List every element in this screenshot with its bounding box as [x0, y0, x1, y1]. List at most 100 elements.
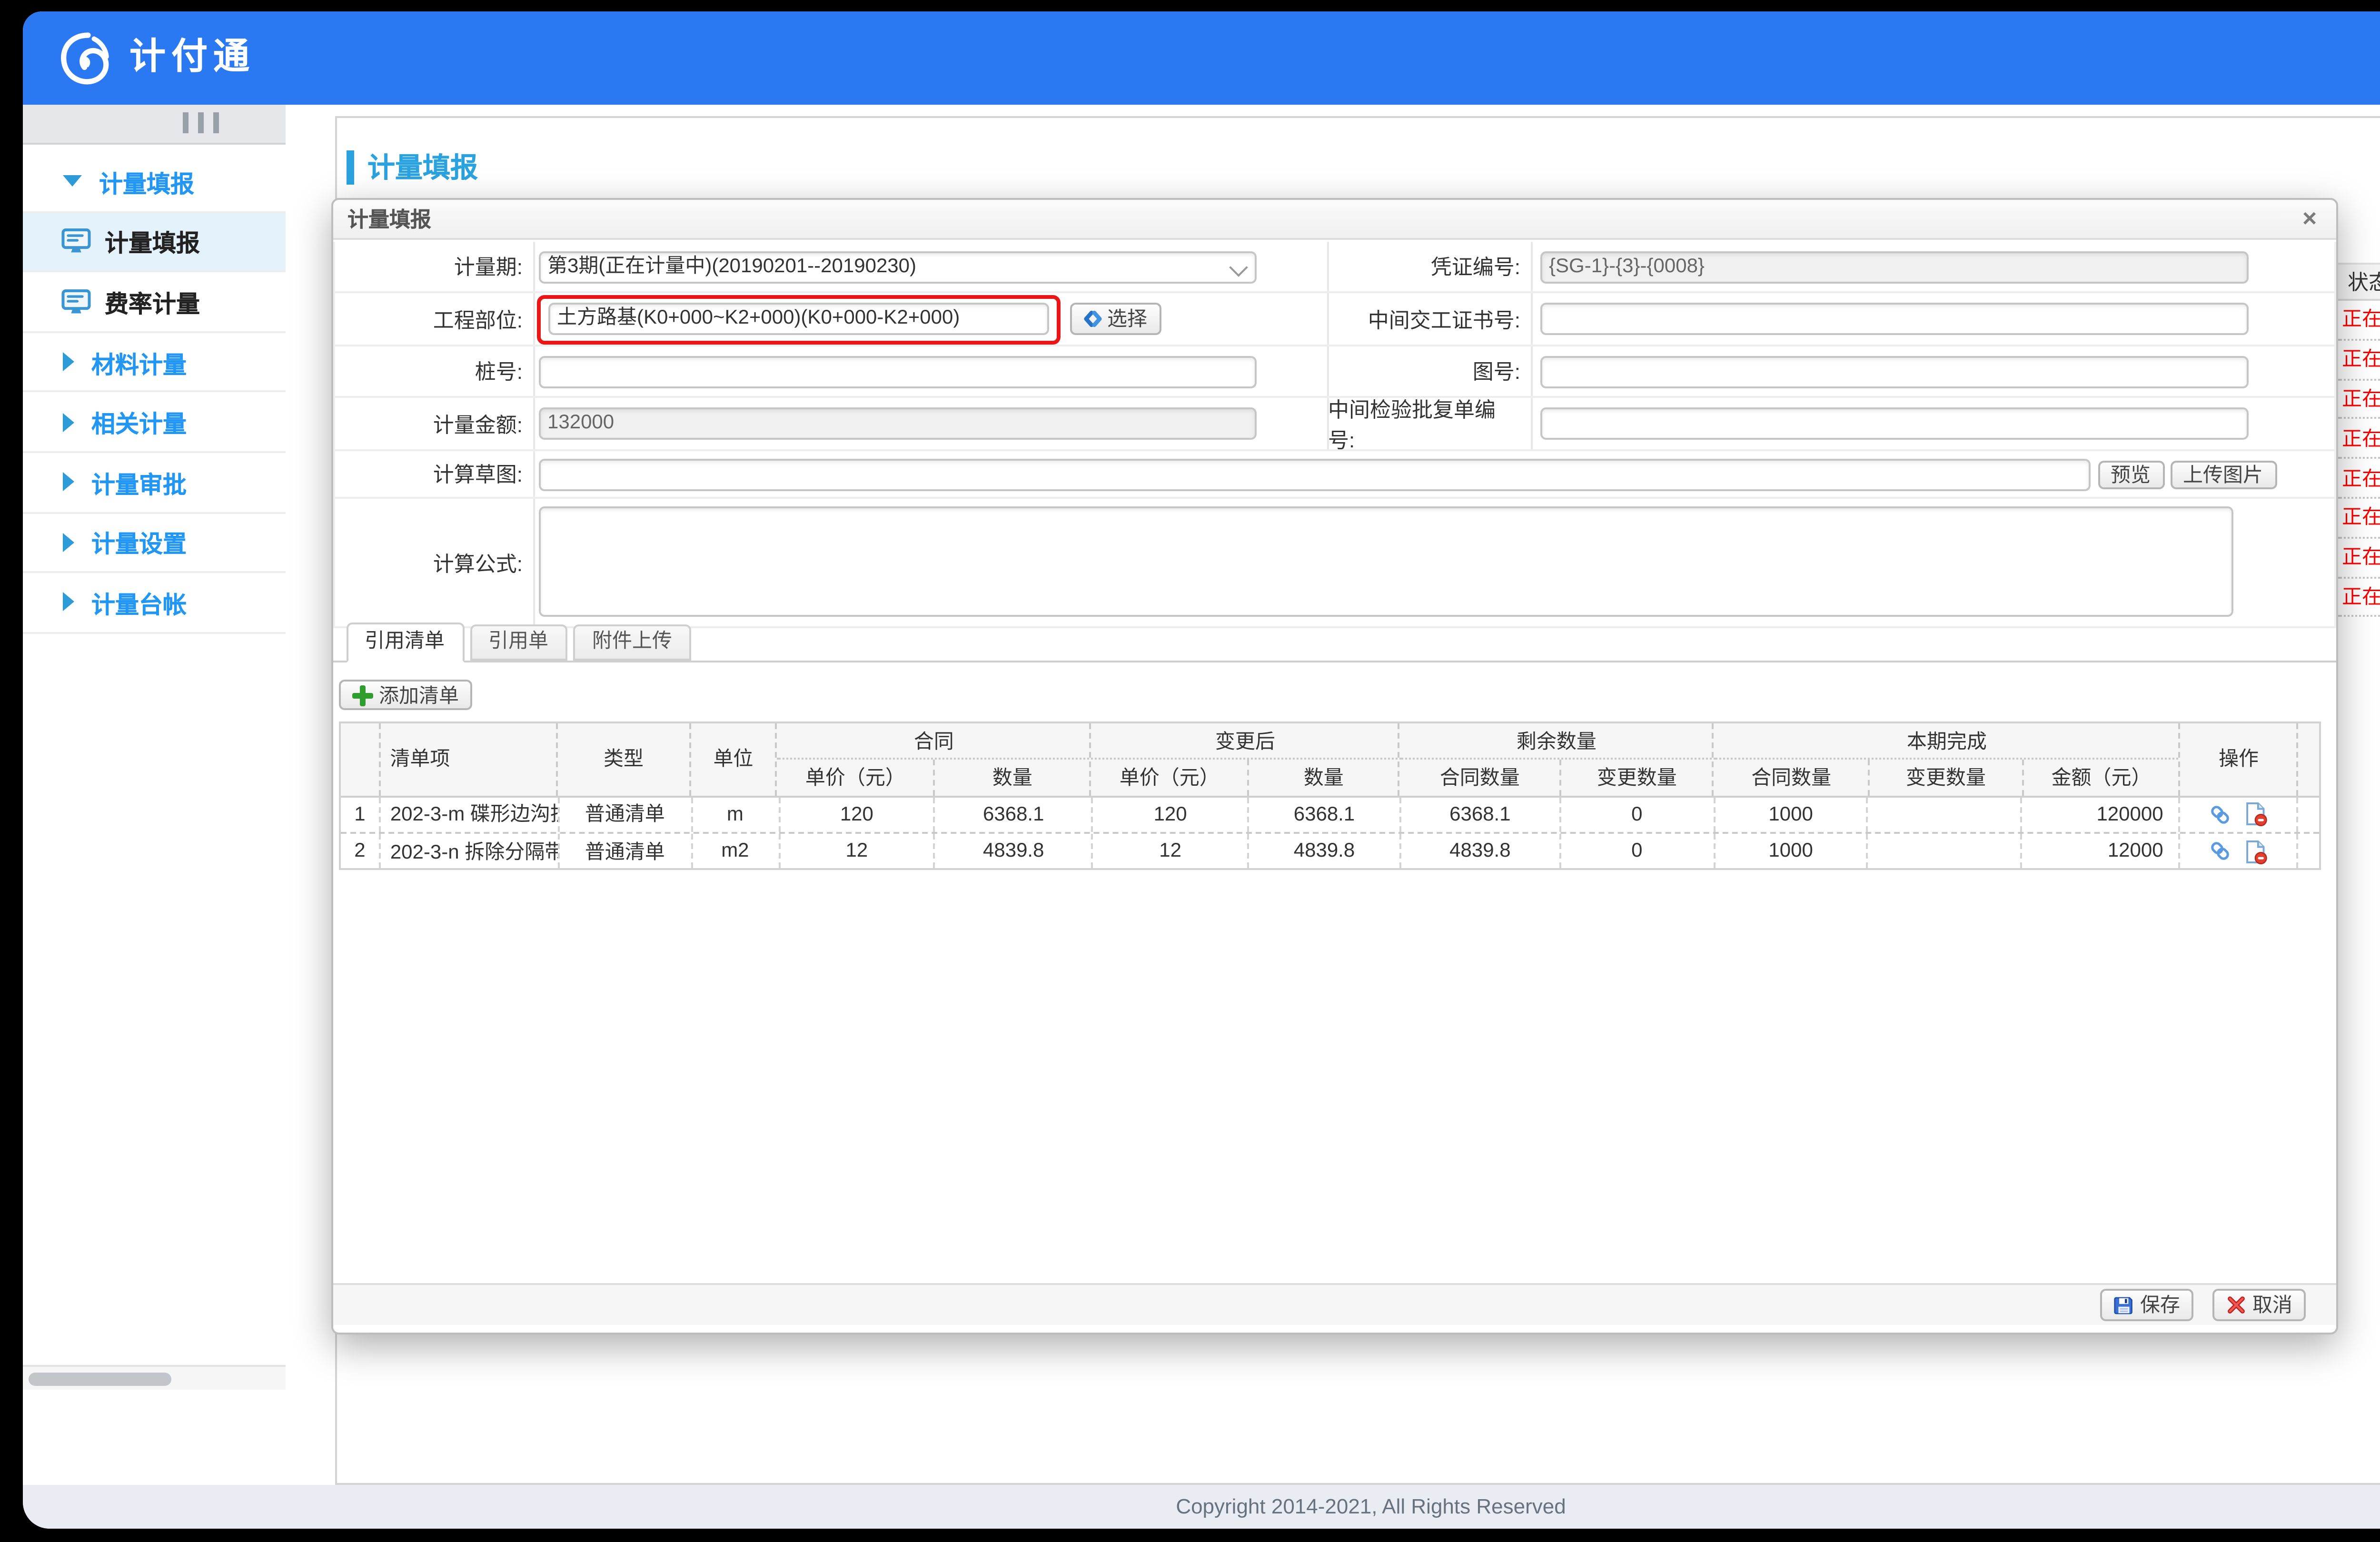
link-icon[interactable] [2209, 803, 2231, 826]
cancel-button[interactable]: 取消 [2212, 1288, 2306, 1321]
caret-right-icon [63, 352, 74, 371]
save-floppy-icon [2113, 1294, 2134, 1315]
status-table-header: 状态 操作 [2338, 262, 2380, 301]
sidebar-item-label: 材料计量 [91, 344, 187, 380]
top-header: 计付通 通知 管理员 [23, 11, 2380, 105]
sidebar-item-label: 相关计量 [91, 404, 187, 440]
choose-button-label: 选择 [1107, 305, 1147, 333]
period-label: 计量期: [334, 242, 534, 291]
status-badge: 正在编辑 [2338, 425, 2380, 453]
app-window: 计付通 通知 管理员 计量填报 [23, 11, 2380, 1529]
formula-textarea[interactable] [538, 506, 2232, 617]
col-type: 类型 [558, 723, 689, 793]
cell-unit: m2 [691, 834, 778, 869]
table-row: 正在编辑 [2338, 301, 2380, 340]
table-row: 正在编辑 [2338, 420, 2380, 459]
sidebar-item-label: 计量设置 [91, 524, 187, 560]
sidebar-collapse-handle-icon[interactable] [183, 112, 232, 135]
cell-current-contract[interactable]: 1000 [1713, 834, 1866, 869]
amount-field[interactable]: 132000 [538, 407, 1256, 440]
sidebar-hscrollbar-thumb[interactable] [28, 1372, 170, 1385]
link-icon[interactable] [2209, 840, 2231, 863]
col-current-contract: 合同数量 [1715, 760, 1868, 795]
list-table-header: 清单项 类型 单位 合同 单价（元） 数量 变更后 单价（元） [341, 723, 2319, 797]
sidebar-item-label: 计量审批 [91, 464, 187, 500]
table-row[interactable]: 1 202-3-m 碟形边沟拆除 普通清单 m 120 6368.1 120 6… [341, 797, 2319, 834]
table-row: 正在编辑 [2338, 578, 2380, 618]
cell-amount: 12000 [2021, 834, 2178, 869]
colgroup-contract: 合同 [778, 723, 1090, 760]
cell-type: 普通清单 [557, 797, 690, 832]
cell-remaining-change: 0 [1559, 834, 1713, 869]
cell-current-change[interactable] [1867, 797, 2021, 832]
voucher-field[interactable]: {SG-1}-{3}-{0008} [1539, 250, 2248, 283]
inspection-no-field[interactable] [1539, 407, 2248, 440]
amount-label: 计量金额: [334, 398, 534, 449]
cell-contract-price: 120 [778, 797, 933, 832]
cell-changed-qty: 4839.8 [1247, 834, 1399, 869]
colgroup-changed: 变更后 [1092, 723, 1398, 760]
cell-current-change[interactable] [1867, 834, 2021, 869]
sidebar: 计量填报 计量填报 费率计量 材料计量 相关计量 [23, 105, 288, 1485]
sidebar-item-label: 计量台帐 [91, 584, 187, 621]
cell-changed-qty: 6368.1 [1247, 797, 1399, 832]
tab-quoted-list[interactable]: 引用清单 [346, 623, 464, 662]
save-button[interactable]: 保存 [2100, 1288, 2193, 1321]
status-badge: 正在编辑 [2338, 583, 2380, 611]
col-current-amount: 金额（元） [2022, 760, 2179, 795]
status-badge: 正在编辑 [2338, 504, 2380, 532]
preview-button[interactable]: 预览 [2097, 460, 2164, 488]
sidebar-group-measure-report[interactable]: 计量填报 [23, 152, 286, 212]
table-row[interactable]: 2 202-3-n 拆除分隔带（含 普通清单 m2 12 4839.8 12 4… [341, 834, 2319, 869]
sidebar-group-measure-settings[interactable]: 计量设置 [23, 513, 286, 573]
sidebar-item-rate-measure[interactable]: 费率计量 [23, 273, 286, 333]
cell-current-contract[interactable]: 1000 [1713, 797, 1866, 832]
delete-row-icon[interactable] [2243, 802, 2268, 827]
cell-item: 202-3-n 拆除分隔带（含 [379, 834, 557, 869]
col-action: 操作 [2181, 723, 2296, 793]
add-list-button-label: 添加清单 [379, 681, 459, 709]
work-part-field[interactable]: 土方路基(K0+000~K2+000)(K0+000-K2+000) [547, 303, 1048, 335]
voucher-label: 凭证编号: [1328, 242, 1532, 291]
period-select[interactable]: 第3期(正在计量中)(20190201--20190230) [538, 250, 1256, 283]
sidebar-group-measure-ledger[interactable]: 计量台帐 [23, 573, 286, 633]
tab-quoted-form[interactable]: 引用单 [469, 624, 567, 661]
monitor-icon [61, 287, 91, 316]
col-changed-price: 单价（元） [1092, 760, 1247, 795]
close-icon[interactable]: × [2294, 204, 2325, 234]
list-table: 清单项 类型 单位 合同 单价（元） 数量 变更后 单价（元） [339, 722, 2321, 871]
sidebar-group-material-measure[interactable]: 材料计量 [23, 333, 286, 393]
sidebar-item-measure-report[interactable]: 计量填报 [23, 212, 286, 272]
status-badge: 正在编辑 [2338, 464, 2380, 493]
handover-cert-field[interactable] [1539, 303, 2248, 335]
sketch-label: 计算草图: [334, 451, 534, 497]
sidebar-menu: 计量填报 计量填报 费率计量 材料计量 相关计量 [23, 152, 286, 633]
delete-row-icon[interactable] [2243, 839, 2268, 864]
upload-image-button[interactable]: 上传图片 [2170, 460, 2276, 488]
drawing-no-field[interactable] [1539, 355, 2248, 387]
page-title-block: 计量填报 [347, 147, 478, 187]
dialog-form: 计量期: 第3期(正在计量中)(20190201--20190230) 凭证编号… [332, 242, 2336, 628]
sidebar-group-related-measure[interactable]: 相关计量 [23, 393, 286, 453]
page-title: 计量填报 [367, 147, 478, 187]
status-badge: 正在编辑 [2338, 543, 2380, 572]
cancel-button-label: 取消 [2252, 1290, 2292, 1319]
cell-remaining-contract: 6368.1 [1399, 797, 1559, 832]
cell-type: 普通清单 [557, 834, 690, 869]
status-table: 状态 操作 正在编辑 正在编辑 正在编辑 正在编辑 正在编辑 [2338, 262, 2380, 618]
copyright-text: Copyright 2014-2021, All Rights Reserved [1176, 1495, 1566, 1518]
sketch-field[interactable] [538, 458, 2090, 490]
dialog-footer: 保存 取消 [332, 1282, 2336, 1325]
col-current-change: 变更数量 [1868, 760, 2022, 795]
choose-button[interactable]: 选择 [1069, 303, 1160, 335]
add-list-button[interactable]: 添加清单 [339, 680, 472, 710]
sidebar-collapse-strip [23, 105, 286, 145]
sidebar-group-measure-approval[interactable]: 计量审批 [23, 453, 286, 513]
caret-right-icon [63, 473, 74, 492]
formula-label: 计算公式: [334, 499, 534, 626]
stake-field[interactable] [538, 355, 1256, 387]
tab-attachment-upload[interactable]: 附件上传 [573, 624, 691, 661]
table-row: 正在编辑 [2338, 380, 2380, 420]
chevron-down-icon [1228, 257, 1247, 276]
row-number: 1 [341, 797, 379, 832]
